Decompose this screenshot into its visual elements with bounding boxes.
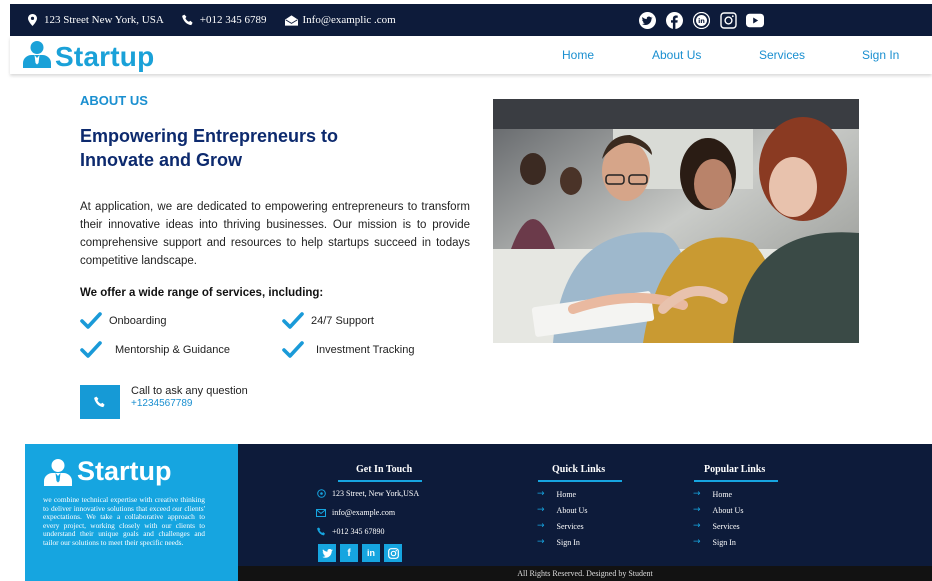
section-kicker: ABOUT US bbox=[80, 93, 148, 108]
youtube-icon[interactable] bbox=[746, 11, 764, 29]
footer-contact-phone[interactable]: +012 345 67890 bbox=[316, 527, 385, 536]
footer-popular-link[interactable]: → Services bbox=[693, 521, 740, 531]
footer-contact-title: Get In Touch bbox=[356, 464, 413, 475]
checkmark-icon bbox=[282, 341, 304, 358]
phone-icon bbox=[182, 14, 195, 27]
footer-twitter-icon[interactable] bbox=[318, 544, 336, 562]
twitter-icon[interactable] bbox=[638, 11, 656, 29]
arrow-right-icon: → bbox=[537, 505, 545, 515]
footer-link-label: Sign In bbox=[556, 537, 580, 547]
main-header: Startup Home About Us Services Sign In bbox=[10, 36, 932, 74]
nav-about-us[interactable]: About Us bbox=[652, 48, 701, 62]
footer-popular-link[interactable]: → About Us bbox=[693, 505, 743, 515]
footer-quick-link[interactable]: → About Us bbox=[537, 505, 587, 515]
footer-description: we combine technical expertise with crea… bbox=[43, 495, 205, 547]
call-info: Call to ask any question +1234567789 bbox=[131, 385, 248, 409]
footer-quick-link[interactable]: → Services bbox=[537, 521, 584, 531]
arrow-right-icon: → bbox=[693, 521, 701, 531]
footer-popular-links-title: Popular Links bbox=[704, 464, 766, 475]
footer-linkedin-icon[interactable]: in bbox=[362, 544, 380, 562]
checkmark-icon bbox=[80, 312, 102, 329]
footer-quick-link[interactable]: → Sign In bbox=[537, 537, 580, 547]
topbar-address: 123 Street New York, USA bbox=[26, 14, 164, 27]
service-label: Onboarding bbox=[109, 315, 167, 327]
section-headline: Empowering Entrepreneurs to Innovate and… bbox=[80, 126, 339, 170]
service-item-investment: Investment Tracking bbox=[282, 341, 414, 359]
topbar-phone[interactable]: +012 345 6789 bbox=[182, 14, 267, 27]
footer-contact-address: 123 Street, New York,USA bbox=[316, 489, 419, 498]
footer-quick-links-title: Quick Links bbox=[552, 464, 606, 475]
footer-brand-panel: Startup we combine technical expertise w… bbox=[25, 444, 238, 581]
service-item-support: 24/7 Support bbox=[282, 312, 374, 330]
footer-link-label: About Us bbox=[712, 505, 744, 515]
call-label: Call to ask any question bbox=[131, 385, 248, 397]
about-paragraph: At application, we are dedicated to empo… bbox=[80, 201, 470, 267]
footer-logo[interactable]: Startup bbox=[43, 456, 172, 487]
footer-link-label: Services bbox=[712, 521, 740, 531]
service-label: Investment Tracking bbox=[316, 344, 415, 356]
copyright-bar: All Rights Reserved. Designed by Student bbox=[238, 566, 932, 581]
arrow-right-icon: → bbox=[537, 521, 545, 531]
nav-home[interactable]: Home bbox=[562, 48, 594, 62]
envelope-icon bbox=[316, 508, 326, 517]
footer-facebook-icon[interactable]: f bbox=[340, 544, 358, 562]
footer-popular-link[interactable]: → Home bbox=[693, 489, 732, 499]
phone-icon bbox=[94, 396, 105, 408]
service-item-onboarding: Onboarding bbox=[80, 312, 167, 330]
nav-sign-in[interactable]: Sign In bbox=[862, 48, 899, 62]
checkmark-icon bbox=[282, 312, 304, 329]
user-logo-icon bbox=[22, 40, 52, 73]
brand-name: Startup bbox=[55, 40, 155, 72]
footer-contact-email[interactable]: info@example.com bbox=[316, 508, 395, 517]
phone-icon bbox=[316, 527, 326, 536]
topbar-social-links: in bbox=[638, 11, 773, 29]
arrow-right-icon: → bbox=[693, 537, 701, 547]
footer-instagram-icon[interactable] bbox=[384, 544, 402, 562]
footer-link-label: Sign In bbox=[712, 537, 736, 547]
topbar-email[interactable]: Info@examplic .com bbox=[284, 14, 396, 27]
call-number[interactable]: +1234567789 bbox=[131, 398, 248, 409]
instagram-icon[interactable] bbox=[719, 11, 737, 29]
topbar-email-text: Info@examplic .com bbox=[302, 14, 396, 26]
topbar-address-text: 123 Street New York, USA bbox=[44, 14, 164, 26]
footer-brand-name: Startup bbox=[77, 456, 172, 486]
footer-title-underline bbox=[538, 480, 622, 482]
footer-title-underline bbox=[694, 480, 778, 482]
arrow-right-icon: → bbox=[537, 489, 545, 499]
service-label: 24/7 Support bbox=[311, 315, 374, 327]
footer-link-label: Home bbox=[556, 489, 577, 499]
footer-title-underline bbox=[338, 480, 422, 482]
svg-text:in: in bbox=[698, 17, 705, 25]
service-item-mentorship: Mentorship & Guidance bbox=[80, 341, 230, 359]
topbar-phone-text: +012 345 6789 bbox=[199, 14, 267, 26]
brand-logo[interactable]: Startup bbox=[22, 40, 154, 73]
envelope-open-icon bbox=[284, 14, 298, 27]
footer-popular-link[interactable]: → Sign In bbox=[693, 537, 736, 547]
service-label: Mentorship & Guidance bbox=[115, 344, 230, 356]
arrow-right-icon: → bbox=[537, 537, 545, 547]
footer-link-label: Services bbox=[556, 521, 584, 531]
footer-link-label: Home bbox=[712, 489, 733, 499]
nav-services[interactable]: Services bbox=[759, 48, 805, 62]
user-logo-icon bbox=[44, 458, 72, 486]
arrow-right-icon: → bbox=[693, 489, 701, 499]
checkmark-icon bbox=[80, 341, 102, 358]
footer-phone-text: +012 345 67890 bbox=[332, 527, 385, 536]
facebook-icon[interactable] bbox=[665, 11, 683, 29]
team-photo bbox=[493, 99, 859, 343]
footer-link-label: About Us bbox=[556, 505, 588, 515]
location-icon bbox=[316, 489, 326, 498]
footer-quick-link[interactable]: → Home bbox=[537, 489, 576, 499]
footer-address-text: 123 Street, New York,USA bbox=[332, 489, 420, 498]
footer-email-text: info@example.com bbox=[332, 508, 396, 517]
map-pin-icon bbox=[26, 14, 39, 27]
services-title: We offer a wide range of services, inclu… bbox=[80, 287, 324, 299]
call-button[interactable] bbox=[80, 385, 120, 419]
linkedin-icon[interactable]: in bbox=[692, 11, 710, 29]
arrow-right-icon: → bbox=[693, 505, 701, 515]
top-info-bar: 123 Street New York, USA +012 345 6789 I… bbox=[10, 4, 932, 36]
